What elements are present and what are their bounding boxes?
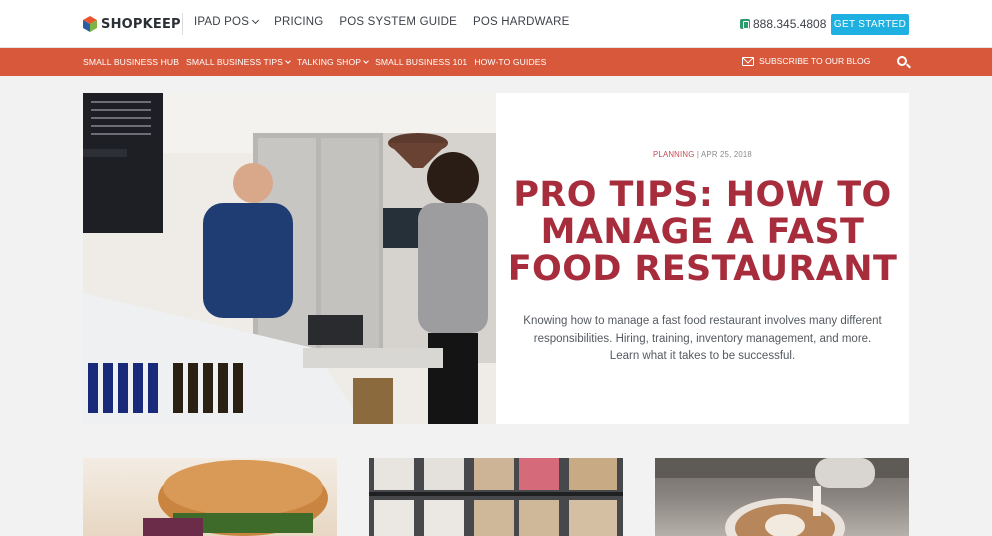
article-meta: PLANNING | APR 25, 2018 bbox=[496, 150, 909, 159]
main-nav: IPAD POS PRICING POS SYSTEM GUIDE POS HA… bbox=[194, 16, 586, 28]
chevron-down-icon bbox=[252, 16, 260, 25]
nav-pos-system-guide[interactable]: POS SYSTEM GUIDE bbox=[339, 16, 457, 28]
chevron-down-icon bbox=[285, 57, 291, 64]
chevron-down-icon bbox=[363, 57, 369, 64]
nav-pricing[interactable]: PRICING bbox=[274, 16, 323, 28]
mail-icon bbox=[742, 56, 754, 66]
featured-article-image[interactable] bbox=[83, 93, 496, 424]
subnav-small-business-hub[interactable]: SMALL BUSINESS HUB bbox=[83, 57, 179, 67]
subnav-how-to-guides[interactable]: HOW-TO GUIDES bbox=[474, 57, 546, 67]
subnav-small-business-tips-label: SMALL BUSINESS TIPS bbox=[186, 57, 283, 67]
phone-link[interactable]: 888.345.4808 bbox=[740, 17, 826, 31]
subnav-small-business-hub-label: SMALL BUSINESS HUB bbox=[83, 57, 180, 67]
subnav-how-to-guides-label: HOW-TO GUIDES bbox=[474, 57, 547, 67]
article-card-latte[interactable] bbox=[655, 458, 909, 536]
logo-text: SHOPKEEP bbox=[101, 16, 181, 32]
inventory-shelves-image bbox=[369, 458, 623, 536]
latte-art-image bbox=[655, 458, 909, 536]
article-date: APR 25, 2018 bbox=[701, 150, 752, 159]
logo-divider bbox=[182, 13, 183, 35]
shopkeep-logo[interactable]: SHOPKEEP bbox=[83, 15, 181, 33]
get-started-button[interactable]: GET STARTED bbox=[831, 14, 909, 35]
nav-ipad-pos-label: IPAD POS bbox=[194, 16, 250, 28]
nav-pos-hardware-label: POS HARDWARE bbox=[473, 16, 570, 28]
subnav-talking-shop[interactable]: TALKING SHOP bbox=[297, 57, 369, 67]
blog-subnav: SMALL BUSINESS HUB SMALL BUSINESS TIPS T… bbox=[83, 57, 553, 67]
subnav-small-business-101-label: SMALL BUSINESS 101 bbox=[375, 57, 468, 67]
logo-mark-icon bbox=[83, 16, 97, 32]
article-excerpt: Knowing how to manage a fast food restau… bbox=[523, 315, 882, 362]
article-card-burger[interactable] bbox=[83, 458, 337, 536]
article-title[interactable]: PRO TIPS: HOW TO MANAGE A FAST FOOD REST… bbox=[506, 177, 899, 288]
subnav-small-business-101[interactable]: SMALL BUSINESS 101 bbox=[375, 57, 467, 67]
nav-pos-hardware[interactable]: POS HARDWARE bbox=[473, 16, 570, 28]
blog-subnav-bar: SMALL BUSINESS HUB SMALL BUSINESS TIPS T… bbox=[0, 48, 992, 76]
article-category[interactable]: PLANNING bbox=[653, 150, 694, 159]
cafe-counter-illustration bbox=[83, 93, 496, 424]
featured-article: PLANNING | APR 25, 2018 PRO TIPS: HOW TO… bbox=[83, 93, 909, 424]
subscribe-link[interactable]: SUBSCRIBE TO OUR BLOG bbox=[742, 56, 870, 66]
nav-pos-system-guide-label: POS SYSTEM GUIDE bbox=[339, 16, 457, 28]
featured-article-body: PLANNING | APR 25, 2018 PRO TIPS: HOW TO… bbox=[496, 93, 909, 424]
search-icon[interactable] bbox=[897, 56, 907, 66]
article-card-inventory[interactable] bbox=[369, 458, 623, 536]
phone-icon bbox=[740, 19, 750, 29]
phone-number: 888.345.4808 bbox=[753, 17, 827, 31]
top-header: SHOPKEEP IPAD POS PRICING POS SYSTEM GUI… bbox=[0, 0, 992, 48]
nav-ipad-pos[interactable]: IPAD POS bbox=[194, 16, 260, 28]
subnav-talking-shop-label: TALKING SHOP bbox=[297, 57, 362, 67]
nav-pricing-label: PRICING bbox=[274, 16, 324, 28]
subscribe-label: SUBSCRIBE TO OUR BLOG bbox=[759, 56, 871, 66]
burger-image bbox=[143, 460, 328, 536]
subnav-small-business-tips[interactable]: SMALL BUSINESS TIPS bbox=[186, 57, 291, 67]
